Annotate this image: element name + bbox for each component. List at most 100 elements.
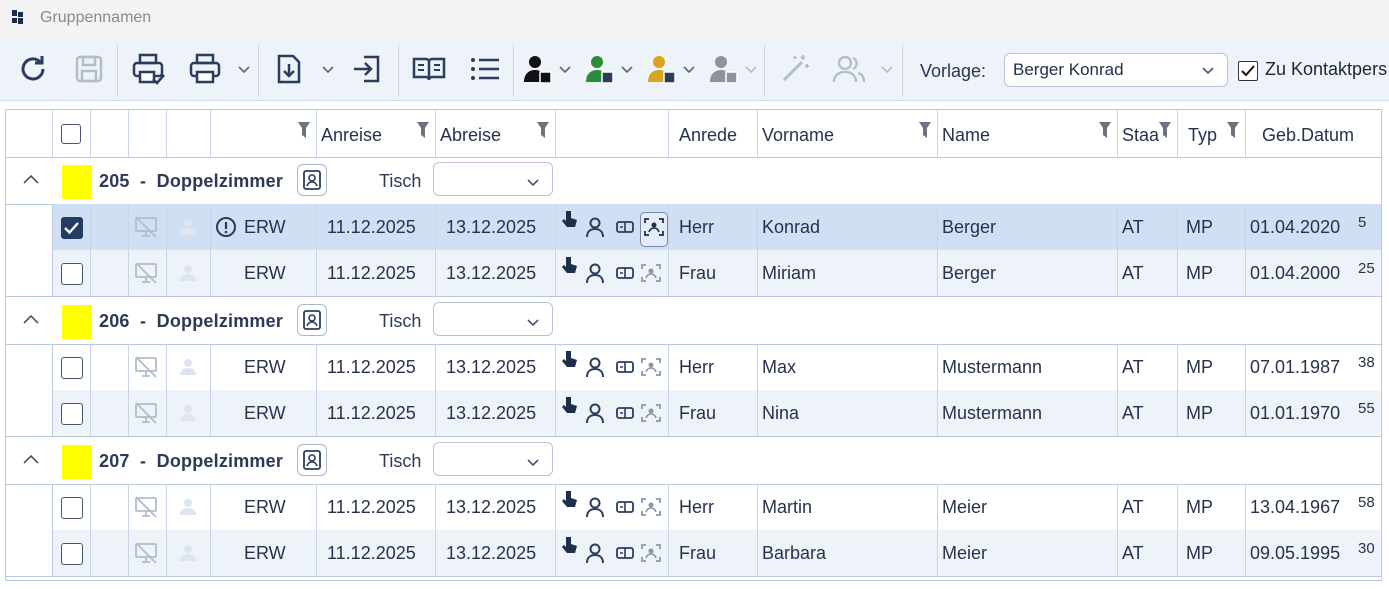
tisch-select[interactable] (433, 302, 553, 336)
login-button[interactable] (348, 50, 386, 88)
filter-icon[interactable] (1099, 122, 1111, 138)
face-scan-icon[interactable] (640, 403, 662, 423)
chevron-down-icon[interactable] (744, 64, 758, 76)
vorlage-select[interactable]: Berger Konrad (1004, 53, 1228, 87)
guest-row[interactable]: ERW 11.12.2025 13.12.2025 Herr Konrad Be (53, 204, 1381, 250)
chevron-down-icon[interactable] (880, 64, 894, 76)
group-button[interactable] (830, 50, 868, 88)
name-cell: Berger (938, 250, 1118, 296)
chevron-up-icon[interactable] (22, 313, 40, 325)
person-icon[interactable] (585, 542, 605, 564)
row-checkbox[interactable] (61, 543, 83, 565)
filter-icon[interactable] (298, 122, 310, 138)
photo-cell (167, 530, 211, 576)
person-icon[interactable] (585, 216, 605, 238)
guest-row[interactable]: ERW 11.12.2025 13.12.2025 Frau Nina Must (53, 390, 1381, 436)
magic-wand-button[interactable] (776, 50, 814, 88)
tisch-select[interactable] (433, 442, 553, 476)
header-abreise[interactable]: Abreise (436, 110, 556, 158)
pointer-hand-icon[interactable] (559, 394, 579, 416)
id-card-icon[interactable] (615, 219, 635, 235)
id-card-icon[interactable] (615, 545, 635, 561)
filter-icon[interactable] (1227, 122, 1239, 138)
id-card-icon[interactable] (615, 405, 635, 421)
print-check-button[interactable] (130, 50, 168, 88)
header-name[interactable]: Name (938, 110, 1118, 158)
pointer-hand-icon[interactable] (559, 254, 579, 276)
collapse-toggle[interactable] (22, 452, 40, 470)
import-button[interactable] (270, 50, 308, 88)
list-button[interactable] (466, 50, 504, 88)
tisch-select[interactable] (433, 162, 553, 196)
contact-card-button[interactable] (297, 444, 327, 476)
header-vorname[interactable]: Vorname (758, 110, 938, 158)
id-card-icon[interactable] (615, 359, 635, 375)
book-button[interactable] (410, 50, 448, 88)
guest-row[interactable]: ERW 11.12.2025 13.12.2025 Frau Barbara M (53, 530, 1381, 576)
collapse-toggle[interactable] (22, 312, 40, 330)
collapse-toggle[interactable] (22, 172, 40, 190)
guest-row[interactable]: ERW 11.12.2025 13.12.2025 Herr Max Muste (53, 344, 1381, 390)
person-gray-icon (710, 56, 738, 84)
person-icon[interactable] (585, 496, 605, 518)
row-checkbox[interactable] (61, 217, 83, 239)
header-icons-col (556, 110, 669, 158)
chevron-down-icon[interactable] (620, 64, 634, 76)
chevron-down-icon[interactable] (558, 64, 572, 76)
room-group-header: 207 - Doppelzimmer Tisch (6, 438, 1381, 484)
select-all-checkbox[interactable] (61, 124, 81, 144)
chevron-down-icon[interactable] (321, 64, 335, 76)
pointer-hand-icon[interactable] (559, 488, 579, 510)
chevron-up-icon[interactable] (22, 173, 40, 185)
save-button[interactable] (70, 50, 108, 88)
guest-row[interactable]: ERW 11.12.2025 13.12.2025 Frau Miriam Be (53, 250, 1381, 296)
filter-icon[interactable] (537, 122, 549, 138)
person-gray-button[interactable] (704, 50, 742, 88)
face-scan-icon[interactable] (640, 497, 662, 517)
first-name: Barbara (762, 543, 827, 563)
person-green-button[interactable] (580, 50, 618, 88)
person-black-button[interactable] (518, 50, 556, 88)
header-erw-col[interactable] (211, 110, 317, 158)
id-card-icon[interactable] (615, 499, 635, 515)
header-anreise-label: Anreise (321, 125, 383, 145)
person-icon[interactable] (585, 262, 605, 284)
person-yellow-button[interactable] (642, 50, 680, 88)
face-scan-icon[interactable] (640, 543, 662, 563)
id-card-icon[interactable] (615, 265, 635, 281)
pointer-hand-icon[interactable] (559, 348, 579, 370)
contact-card-button[interactable] (297, 304, 327, 336)
face-scan-icon[interactable] (640, 263, 662, 283)
typ-cell: MP (1178, 250, 1246, 296)
row-checkbox[interactable] (61, 263, 83, 285)
pointer-hand-icon[interactable] (559, 208, 579, 230)
person-icon[interactable] (585, 402, 605, 424)
header-staat[interactable]: Staa (1118, 110, 1178, 158)
header-anrede[interactable]: Anrede (669, 110, 758, 158)
filter-icon[interactable] (1159, 122, 1171, 138)
chevron-down-icon[interactable] (682, 64, 696, 76)
face-scan-icon[interactable] (643, 217, 665, 237)
contact-card-button[interactable] (297, 164, 327, 196)
typ-cell: MP (1178, 344, 1246, 390)
row-checkbox[interactable] (61, 357, 83, 379)
header-abreise-label: Abreise (440, 125, 502, 145)
filter-icon[interactable] (417, 122, 429, 138)
row-checkbox[interactable] (61, 497, 83, 519)
chevron-down-icon[interactable] (237, 64, 251, 76)
pointer-hand-icon[interactable] (559, 534, 579, 556)
face-scan-icon[interactable] (640, 357, 662, 377)
row-checkbox[interactable] (61, 403, 83, 425)
room-group-header: 205 - Doppelzimmer Tisch (6, 158, 1381, 204)
refresh-button[interactable] (14, 50, 52, 88)
guest-row[interactable]: ERW 11.12.2025 13.12.2025 Herr Martin Me (53, 484, 1381, 530)
kontakt-checkbox[interactable] (1238, 61, 1258, 81)
chevron-up-icon[interactable] (22, 453, 40, 465)
header-anreise[interactable]: Anreise (317, 110, 436, 158)
header-gebdatum[interactable]: Geb.Datum (1246, 110, 1381, 158)
abreise-cell: 13.12.2025 (436, 204, 556, 250)
person-icon[interactable] (585, 356, 605, 378)
print-button[interactable] (186, 50, 224, 88)
filter-icon[interactable] (919, 122, 931, 138)
header-typ[interactable]: Typ (1178, 110, 1246, 158)
